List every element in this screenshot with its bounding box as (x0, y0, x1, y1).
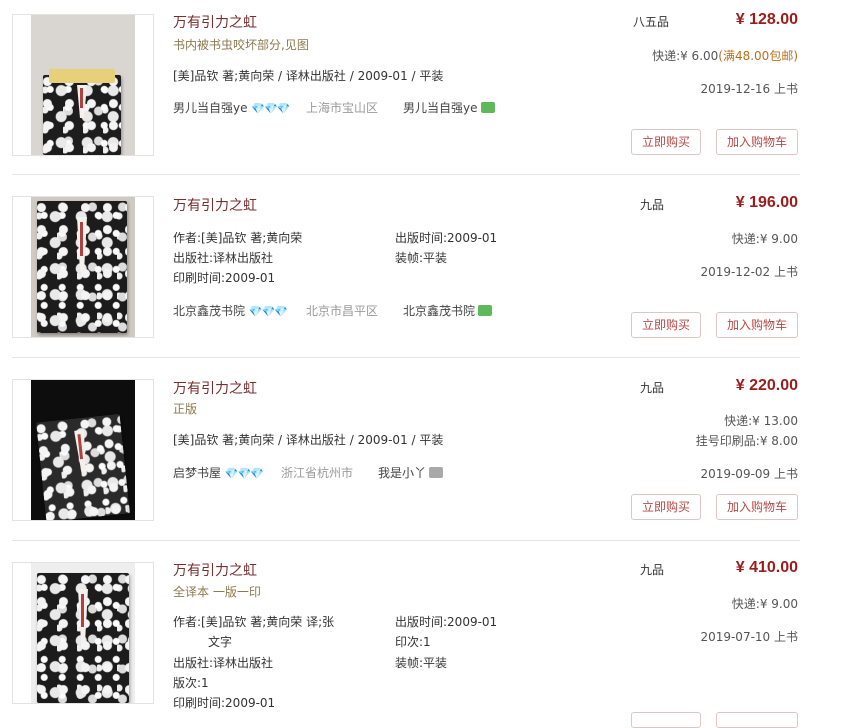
product-edition: 版次:1 (173, 676, 209, 690)
seller-region: 北京市昌平区 (306, 304, 379, 318)
contact-seller[interactable]: 我是小丫 (378, 462, 444, 481)
contact-label: 男儿当自强ye (403, 101, 478, 115)
add-to-cart-button[interactable]: 加入购物车 (716, 129, 798, 155)
book-label-sticker (49, 69, 115, 83)
diamond-icon: 💎💎💎 (251, 102, 290, 115)
divider (12, 357, 800, 358)
seller-name[interactable]: 启梦书屋 💎💎💎 (173, 464, 264, 481)
add-to-cart-button[interactable] (716, 712, 798, 728)
chat-icon[interactable] (429, 462, 444, 478)
free-shipping-promo: (满48.00包邮) (718, 49, 798, 63)
shipping-fee: 快递:¥ 9.00 (731, 232, 798, 246)
shipping-label: 快递:¥ 6.00 (652, 49, 719, 63)
seller-name[interactable]: 北京鑫茂书院 💎💎💎 (173, 302, 288, 319)
product-thumbnail[interactable] (12, 14, 154, 156)
condition-grade: 九品 (640, 198, 665, 212)
contact-seller[interactable]: 男儿当自强ye (403, 97, 495, 116)
product-print-time: 印刷时间:2009-01 (173, 696, 276, 710)
buy-now-button[interactable]: 立即购买 (631, 129, 701, 155)
product-binding: 装帧:平装 (395, 656, 448, 670)
shipping-fee: 快递:¥ 13.00 (724, 414, 798, 428)
product-author: 作者:[美]品钦 著;黄向荣 (173, 231, 303, 245)
seller-region: 上海市宝山区 (306, 101, 379, 115)
product-title[interactable]: 万有引力之虹 (173, 378, 257, 398)
product-meta: [美]品钦 著;黄向荣 / 译林出版社 / 2009-01 / 平装 (173, 433, 444, 447)
price: ¥ 220.00 (735, 377, 798, 394)
product-print-time: 印刷时间:2009-01 (173, 271, 276, 285)
product-thumbnail[interactable] (12, 562, 154, 704)
product-author-cont: 文字 (208, 635, 233, 649)
divider (12, 540, 800, 541)
contact-seller[interactable]: 北京鑫茂书院 (403, 300, 493, 319)
product-title[interactable]: 万有引力之虹 (173, 560, 257, 580)
add-to-cart-button[interactable]: 加入购物车 (716, 494, 798, 520)
chat-icon[interactable] (480, 97, 495, 113)
product-meta: [美]品钦 著;黄向荣 / 译林出版社 / 2009-01 / 平装 (173, 69, 444, 83)
seller-label: 启梦书屋 (173, 466, 222, 480)
product-title[interactable]: 万有引力之虹 (173, 195, 257, 215)
product-description: 书内被书虫咬坏部分,见图 (173, 38, 309, 52)
seller-label: 北京鑫茂书院 (173, 304, 246, 318)
condition-grade: 九品 (640, 563, 665, 577)
product-binding: 装帧:平装 (395, 251, 448, 265)
product-print-number: 印次:1 (395, 635, 431, 649)
product-thumbnail[interactable] (12, 379, 154, 521)
buy-now-button[interactable] (631, 712, 701, 728)
chat-icon[interactable] (478, 300, 493, 316)
shipping-fee: 快递:¥ 6.00(满48.00包邮) (652, 47, 798, 64)
condition-grade: 八五品 (633, 15, 670, 29)
product-description: 正版 (173, 402, 198, 416)
divider (12, 174, 800, 175)
seller-region: 浙江省杭州市 (281, 466, 354, 480)
diamond-icon: 💎💎💎 (248, 305, 288, 318)
product-publisher: 出版社:译林出版社 (173, 656, 274, 670)
listing-date: 2019-09-09 上书 (700, 467, 798, 481)
listing-date: 2019-07-10 上书 (700, 630, 798, 644)
listing-date: 2019-12-02 上书 (700, 265, 798, 279)
contact-label: 北京鑫茂书院 (403, 304, 476, 318)
seller-label: 男儿当自强ye (173, 101, 248, 115)
add-to-cart-button[interactable]: 加入购物车 (716, 312, 798, 338)
listing-date: 2019-12-16 上书 (700, 82, 798, 96)
price: ¥ 196.00 (735, 194, 798, 211)
diamond-icon: 💎💎💎 (224, 467, 264, 480)
product-pub-time: 出版时间:2009-01 (395, 231, 498, 245)
condition-grade: 九品 (640, 381, 665, 395)
contact-label: 我是小丫 (378, 466, 427, 480)
buy-now-button[interactable]: 立即购买 (631, 312, 701, 338)
shipping-fee: 快递:¥ 9.00 (731, 597, 798, 611)
registered-mail-fee: 挂号印刷品:¥ 8.00 (695, 434, 798, 448)
product-thumbnail[interactable] (12, 196, 154, 338)
product-title[interactable]: 万有引力之虹 (173, 12, 257, 32)
buy-now-button[interactable]: 立即购买 (631, 494, 701, 520)
product-description: 全译本 一版一印 (173, 585, 261, 599)
product-publisher: 出版社:译林出版社 (173, 251, 274, 265)
product-pub-time: 出版时间:2009-01 (395, 615, 498, 629)
product-author: 作者:[美]品钦 著;黄向荣 译;张 (173, 615, 335, 629)
price: ¥ 128.00 (735, 11, 798, 28)
price: ¥ 410.00 (735, 559, 798, 576)
seller-name[interactable]: 男儿当自强ye 💎💎💎 (173, 99, 290, 116)
